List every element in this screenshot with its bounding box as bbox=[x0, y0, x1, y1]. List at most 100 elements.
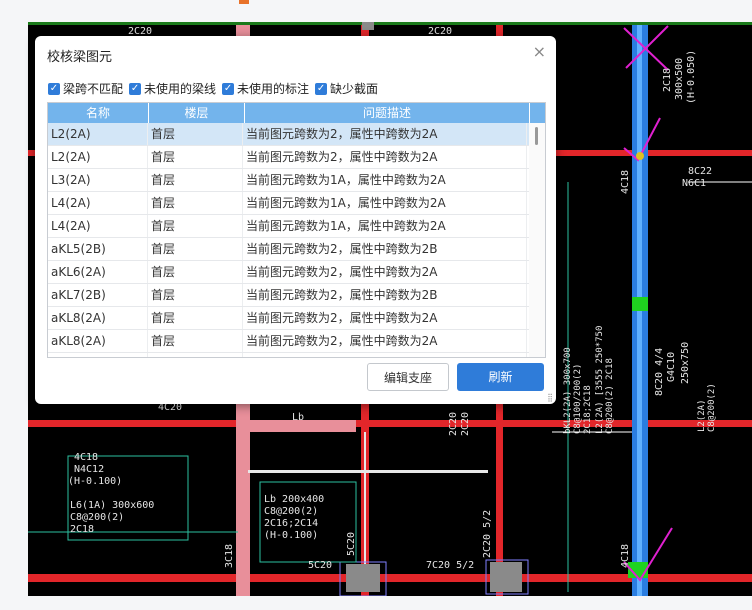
column-grey bbox=[490, 562, 522, 592]
table-row[interactable]: L4(2A) 首层 当前图元跨数为1A，属性中跨数为2A bbox=[48, 192, 545, 215]
issue-table: 名称 楼层 问题描述 L2(2A) 首层 当前图元跨数为2，属性中跨数为2A L2(2… bbox=[47, 102, 546, 358]
filter-unused-beam-lines[interactable]: ✓ 未使用的梁线 bbox=[129, 80, 216, 97]
cad-label: (H-0.100) bbox=[68, 476, 123, 487]
cad-label: 250x750 bbox=[680, 341, 691, 384]
cad-label: Lb 200x400 bbox=[264, 494, 325, 505]
cell-floor: 首层 bbox=[148, 330, 243, 352]
resize-grip-icon[interactable]: ⣿ bbox=[547, 393, 553, 402]
cell-name: aKL6(2A) bbox=[48, 261, 148, 283]
filter-label: 梁跨不匹配 bbox=[63, 82, 124, 96]
cad-label: 5C20 bbox=[346, 531, 357, 556]
dialog-title: 校核梁图元 bbox=[47, 50, 113, 65]
beam-white-h bbox=[248, 470, 488, 473]
cad-label: 8C20 4/4 bbox=[654, 347, 665, 396]
cell-name: aKL8(2A) bbox=[48, 330, 148, 352]
filter-span-mismatch[interactable]: ✓ 梁跨不匹配 bbox=[48, 80, 123, 97]
table-row[interactable]: aKL5(2B) 首层 当前图元跨数为2，属性中跨数为2B bbox=[48, 238, 545, 261]
column-header-name[interactable]: 名称 bbox=[48, 103, 149, 123]
column-header-description[interactable]: 问题描述 bbox=[245, 103, 530, 123]
cad-label: 2C20 5/2 bbox=[482, 509, 493, 558]
cad-label: N6C1 bbox=[682, 178, 707, 189]
cell-description: 当前图元跨数为2，属性中跨数为2A bbox=[243, 307, 527, 329]
cell-description: 当前图元跨数为1A，属性中跨数为2A bbox=[243, 169, 527, 191]
cad-label: 4C18 bbox=[620, 169, 631, 194]
cell-description: 当前图元跨数为3，属性中跨数为3B bbox=[243, 353, 527, 357]
table-row[interactable]: aKL6(2A) 首层 当前图元跨数为2，属性中跨数为2A bbox=[48, 261, 545, 284]
green-line-h bbox=[28, 22, 752, 25]
refresh-button[interactable]: 刷新 bbox=[457, 363, 544, 391]
cad-label: N4C12 bbox=[74, 464, 105, 475]
filter-label: 缺少截面 bbox=[330, 82, 379, 96]
cell-description: 当前图元跨数为1A，属性中跨数为2A bbox=[243, 215, 527, 237]
filter-label: 未使用的标注 bbox=[237, 82, 310, 96]
table-row[interactable]: aKL9(3B)首层当前图元跨数为3，属性中跨数为3B bbox=[48, 353, 545, 357]
cell-name: aKL8(2A) bbox=[48, 307, 148, 329]
cell-name: L3(2A) bbox=[48, 169, 148, 191]
checkbox-checked-icon[interactable]: ✓ bbox=[315, 82, 328, 95]
cad-label: 2C18 bbox=[662, 67, 673, 92]
cad-label: 7C20 5/2 bbox=[426, 560, 475, 571]
cad-label: 300x500 bbox=[674, 57, 685, 100]
cell-description: 当前图元跨数为2，属性中跨数为2A bbox=[243, 261, 527, 283]
table-row[interactable]: L4(2A) 首层 当前图元跨数为1A，属性中跨数为2A bbox=[48, 215, 545, 238]
check-beam-dialog: 校核梁图元 × ✓ 梁跨不匹配 ✓ 未使用的梁线 ✓ 未使用的标注 ✓ 缺少截面… bbox=[35, 36, 556, 404]
cad-label: G4C10 bbox=[666, 351, 677, 382]
table-row[interactable]: L2(2A) 首层 当前图元跨数为2，属性中跨数为2A bbox=[48, 123, 545, 146]
cell-name: L4(2A) bbox=[48, 192, 148, 214]
cad-label: 5C20 bbox=[308, 560, 333, 571]
cad-label: 3C18 bbox=[224, 543, 235, 568]
cad-label: (H-0.100) bbox=[264, 530, 319, 541]
cad-label: 4C18 bbox=[74, 452, 99, 463]
support-green bbox=[632, 297, 648, 311]
vertical-scrollbar[interactable] bbox=[529, 123, 545, 357]
filter-unused-annotations[interactable]: ✓ 未使用的标注 bbox=[222, 80, 309, 97]
column-header-floor[interactable]: 楼层 bbox=[149, 103, 245, 123]
checkbox-checked-icon[interactable]: ✓ bbox=[48, 82, 60, 95]
table-row[interactable]: aKL7(2B) 首层 当前图元跨数为2，属性中跨数为2B bbox=[48, 284, 545, 307]
cad-label: 2C18 bbox=[70, 524, 95, 535]
cell-floor: 首层 bbox=[148, 353, 243, 357]
magenta-dot bbox=[636, 152, 644, 160]
filter-label: 未使用的梁线 bbox=[144, 82, 217, 96]
cad-label: C8@200(2) bbox=[70, 512, 125, 523]
checkbox-checked-icon[interactable]: ✓ bbox=[222, 82, 235, 95]
cell-name: aKL7(2B) bbox=[48, 284, 148, 306]
cell-name: L2(2A) bbox=[48, 123, 148, 145]
cad-label: 8C22 bbox=[688, 166, 713, 177]
cell-floor: 首层 bbox=[148, 169, 243, 191]
column-grey bbox=[362, 22, 374, 30]
cad-label: C8@200(2) 2C18 bbox=[605, 358, 615, 434]
cell-description: 当前图元跨数为2，属性中跨数为2A bbox=[243, 330, 527, 352]
cad-label: 4C18 bbox=[620, 543, 631, 568]
cell-description: 当前图元跨数为2，属性中跨数为2A bbox=[243, 123, 527, 145]
cell-floor: 首层 bbox=[148, 307, 243, 329]
close-icon[interactable]: × bbox=[533, 42, 546, 61]
column-grey bbox=[346, 564, 380, 592]
filter-missing-section[interactable]: ✓ 缺少截面 bbox=[315, 80, 378, 97]
cad-label: 2C16;2C14 bbox=[264, 518, 319, 529]
cell-description: 当前图元跨数为1A，属性中跨数为2A bbox=[243, 192, 527, 214]
toolbar-indicator bbox=[239, 0, 249, 4]
cell-floor: 首层 bbox=[148, 215, 243, 237]
cell-floor: 首层 bbox=[148, 284, 243, 306]
cad-label: 2C18;2C18 bbox=[583, 385, 593, 434]
cell-name: aKL5(2B) bbox=[48, 238, 148, 260]
table-row[interactable]: L3(2A) 首层 当前图元跨数为1A，属性中跨数为2A bbox=[48, 169, 545, 192]
table-row[interactable]: L2(2A) 首层 当前图元跨数为2，属性中跨数为2A bbox=[48, 146, 545, 169]
table-body: L2(2A) 首层 当前图元跨数为2，属性中跨数为2A L2(2A) 首层 当前图元跨数为… bbox=[48, 123, 545, 357]
cell-description: 当前图元跨数为2，属性中跨数为2B bbox=[243, 284, 527, 306]
cad-label: Lb bbox=[292, 412, 305, 423]
table-row[interactable]: aKL8(2A) 首层 当前图元跨数为2，属性中跨数为2A bbox=[48, 307, 545, 330]
scrollbar-thumb[interactable] bbox=[535, 127, 538, 145]
cad-label: 2C20 bbox=[460, 411, 471, 436]
cell-floor: 首层 bbox=[148, 192, 243, 214]
cad-label: C8@200(2) bbox=[264, 506, 319, 517]
checkbox-checked-icon[interactable]: ✓ bbox=[129, 82, 142, 95]
cad-label: (H-0.050) bbox=[686, 49, 697, 104]
cell-floor: 首层 bbox=[148, 261, 243, 283]
table-row[interactable]: aKL8(2A) 首层 当前图元跨数为2，属性中跨数为2A bbox=[48, 330, 545, 353]
cell-name: L2(2A) bbox=[48, 146, 148, 168]
filter-checkbox-group: ✓ 梁跨不匹配 ✓ 未使用的梁线 ✓ 未使用的标注 ✓ 缺少截面 bbox=[48, 80, 384, 97]
edit-support-button[interactable]: 编辑支座 bbox=[367, 363, 449, 391]
cell-name: aKL9(3B) bbox=[48, 353, 148, 357]
